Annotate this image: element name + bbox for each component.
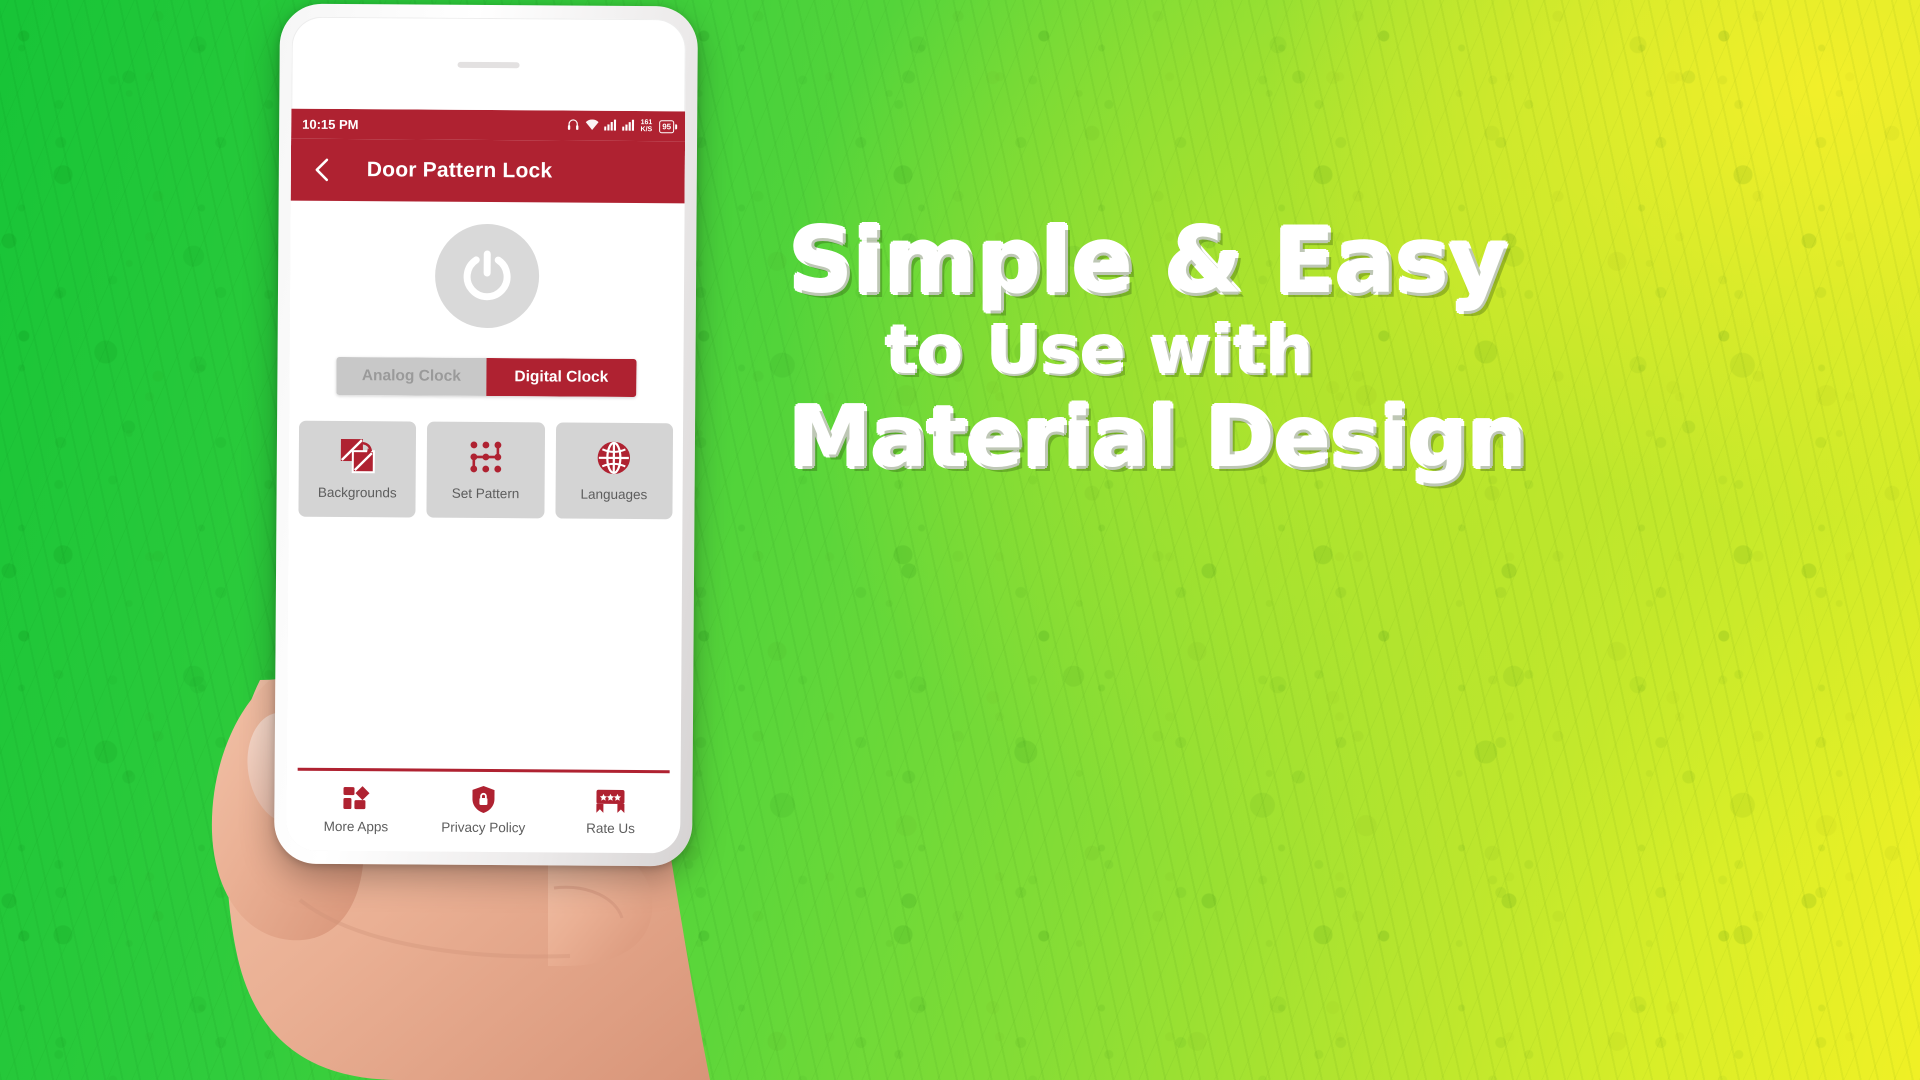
feature-cards: Backgrounds Set Pattern Languages [288, 420, 683, 520]
toggle-option-analog-clock[interactable]: Analog Clock [336, 356, 487, 397]
battery-level: 95 [662, 121, 672, 131]
nav-item-privacy-policy[interactable]: Privacy Policy [420, 785, 548, 836]
nav-label-more-apps: More Apps [323, 818, 389, 835]
shield-lock-icon [471, 786, 495, 814]
toggle-option-digital-clock[interactable]: Digital Clock [486, 358, 637, 398]
status-spacer [359, 124, 567, 125]
power-button-area [290, 223, 685, 330]
status-icons: 161 K/S 95 [567, 117, 675, 135]
card-set-pattern[interactable]: Set Pattern [426, 421, 545, 519]
images-swap-icon [337, 434, 377, 478]
phone-bezel: 10:15 PM 161 K/S 95 Door Pattern Lock An… [286, 16, 686, 854]
card-languages[interactable]: Languages [555, 422, 674, 520]
stars-ribbon-icon [596, 787, 626, 815]
card-backgrounds[interactable]: Backgrounds [298, 420, 417, 518]
wifi-icon [586, 118, 600, 133]
power-toggle-button[interactable] [434, 223, 540, 329]
chevron-left-icon[interactable] [303, 150, 343, 190]
phone-earpiece [457, 61, 520, 69]
headphones-icon [567, 117, 581, 134]
status-time: 10:15 PM [302, 116, 359, 132]
pattern-dots-icon [466, 435, 506, 479]
marketing-headline: Simple & Easy to Use with Material Desig… [790, 210, 1528, 486]
page-title: Door Pattern Lock [366, 158, 553, 183]
app-content: Analog Clock Digital Clock Backgrounds S… [286, 201, 685, 854]
clock-mode-toggle[interactable]: Analog Clock Digital Clock [336, 356, 637, 398]
power-icon [459, 245, 515, 306]
signal-bars-icon [604, 118, 618, 133]
nav-item-rate-us[interactable]: Rate Us [547, 786, 675, 837]
app-bar: Door Pattern Lock [290, 138, 686, 204]
network-speed-unit: K/S [640, 126, 653, 134]
card-label-set-pattern: Set Pattern [451, 485, 520, 502]
marketing-line-1: Simple & Easy [790, 210, 1509, 313]
phone-screen: 10:15 PM 161 K/S 95 Door Pattern Lock An… [286, 108, 686, 854]
marketing-line-3: Material Design [790, 391, 1528, 486]
network-speed-value: 161 [640, 119, 653, 127]
battery-icon: 95 [659, 119, 675, 133]
card-label-backgrounds: Backgrounds [317, 484, 397, 501]
nav-label-rate-us: Rate Us [586, 820, 636, 836]
globe-icon [594, 436, 634, 480]
status-bar: 10:15 PM 161 K/S 95 [291, 108, 686, 142]
nav-label-privacy-policy: Privacy Policy [441, 819, 526, 836]
bottom-navigation: More Apps Privacy Policy Rate Us [286, 770, 681, 853]
marketing-line-2: to Use with [885, 312, 1315, 389]
network-speed-indicator: 161 K/S [641, 119, 653, 133]
apps-grid-icon [342, 785, 370, 813]
nav-item-more-apps[interactable]: More Apps [292, 784, 420, 835]
signal-bars-2-icon [622, 118, 636, 133]
card-label-languages: Languages [580, 486, 648, 503]
phone-mockup: 10:15 PM 161 K/S 95 Door Pattern Lock An… [274, 3, 698, 867]
